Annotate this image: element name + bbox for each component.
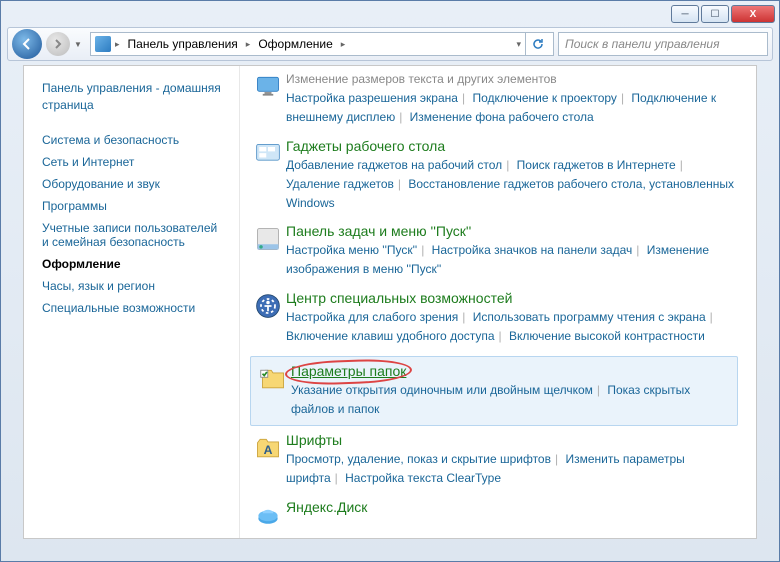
category-fonts[interactable]: Шрифты: [286, 432, 342, 448]
sidebar: Панель управления - домашняя страница Си…: [24, 66, 240, 538]
category-taskbar[interactable]: Панель задач и меню ''Пуск'': [286, 223, 471, 239]
sidebar-item-hardware[interactable]: Оборудование и звук: [42, 174, 225, 194]
chevron-right-icon: ▸: [244, 39, 253, 50]
back-button[interactable]: [12, 29, 42, 59]
sidebar-item-system[interactable]: Система и безопасность: [42, 130, 225, 150]
sidebar-item-users[interactable]: Учетные записи пользователей и семейная …: [42, 218, 225, 252]
gadgets-icon: [250, 138, 286, 214]
minimize-button[interactable]: ─: [671, 5, 699, 23]
category-highlighted: Параметры папок Указание открытия одиноч…: [250, 356, 738, 426]
sidebar-item-network[interactable]: Сеть и Интернет: [42, 152, 225, 172]
category-ease-of-access[interactable]: Центр специальных возможностей: [286, 290, 512, 306]
address-bar[interactable]: ▸ Панель управления ▸ Оформление ▸ ▾: [90, 32, 554, 56]
refresh-button[interactable]: [525, 32, 549, 56]
folder-options-icon: [255, 363, 291, 419]
sidebar-item-ease[interactable]: Специальные возможности: [42, 298, 225, 318]
sidebar-item-clock[interactable]: Часы, язык и регион: [42, 276, 225, 296]
link-find-gadgets[interactable]: Поиск гаджетов в Интернете: [517, 158, 676, 172]
ease-of-access-icon: [250, 290, 286, 346]
yandex-disk-icon: [250, 499, 286, 529]
taskbar-icon: [250, 223, 286, 279]
link-cleartype[interactable]: Настройка текста ClearType: [345, 471, 501, 485]
sidebar-item-appearance[interactable]: Оформление: [42, 254, 225, 274]
breadcrumb[interactable]: Панель управления: [124, 37, 242, 51]
close-button[interactable]: X: [731, 5, 775, 23]
link-screen-reader[interactable]: Использовать программу чтения с экрана: [473, 310, 706, 324]
link-resolution[interactable]: Настройка разрешения экрана: [286, 91, 458, 105]
window: ─ ☐ X ▼ ▸ Панель управления ▸ Оформление…: [0, 0, 780, 562]
category-folder-options[interactable]: Параметры папок: [291, 363, 406, 379]
main-panel: Изменение размеров текста и других элеме…: [240, 66, 756, 538]
maximize-button[interactable]: ☐: [701, 5, 729, 23]
partial-text: Изменение размеров текста и других элеме…: [286, 70, 738, 89]
dropdown-icon[interactable]: ▾: [514, 39, 523, 50]
link-click-behavior[interactable]: Указание открытия одиночным или двойным …: [291, 383, 593, 397]
control-panel-icon: [95, 36, 111, 52]
chevron-right-icon: ▸: [339, 39, 348, 50]
search-placeholder: Поиск в панели управления: [565, 37, 720, 51]
content-area: Панель управления - домашняя страница Си…: [23, 65, 757, 539]
link-ease-keys[interactable]: Включение клавиш удобного доступа: [286, 329, 495, 343]
link-projector[interactable]: Подключение к проектору: [472, 91, 617, 105]
chevron-right-icon: ▸: [113, 39, 122, 50]
link-start-menu[interactable]: Настройка меню ''Пуск'': [286, 243, 417, 257]
display-icon: [250, 70, 286, 128]
link-taskbar-icons[interactable]: Настройка значков на панели задач: [432, 243, 633, 257]
search-input[interactable]: Поиск в панели управления: [558, 32, 768, 56]
link-add-gadgets[interactable]: Добавление гаджетов на рабочий стол: [286, 158, 502, 172]
control-panel-home-link[interactable]: Панель управления - домашняя страница: [42, 80, 225, 114]
sidebar-item-programs[interactable]: Программы: [42, 196, 225, 216]
svg-text:A: A: [264, 443, 273, 457]
fonts-icon: A: [250, 432, 286, 488]
history-dropdown[interactable]: ▼: [74, 40, 86, 49]
link-low-vision[interactable]: Настройка для слабого зрения: [286, 310, 458, 324]
link-high-contrast[interactable]: Включение высокой контрастности: [509, 329, 705, 343]
category-gadgets[interactable]: Гаджеты рабочего стола: [286, 138, 445, 154]
link-delete-gadgets[interactable]: Удаление гаджетов: [286, 177, 394, 191]
toolbar: ▼ ▸ Панель управления ▸ Оформление ▸ ▾ П…: [7, 27, 773, 61]
link-desktop-background[interactable]: Изменение фона рабочего стола: [410, 110, 594, 124]
category-yandex-disk[interactable]: Яндекс.Диск: [286, 499, 367, 515]
link-view-fonts[interactable]: Просмотр, удаление, показ и скрытие шриф…: [286, 452, 551, 466]
breadcrumb[interactable]: Оформление: [254, 37, 336, 51]
titlebar: ─ ☐ X: [1, 1, 779, 27]
forward-button[interactable]: [46, 32, 70, 56]
